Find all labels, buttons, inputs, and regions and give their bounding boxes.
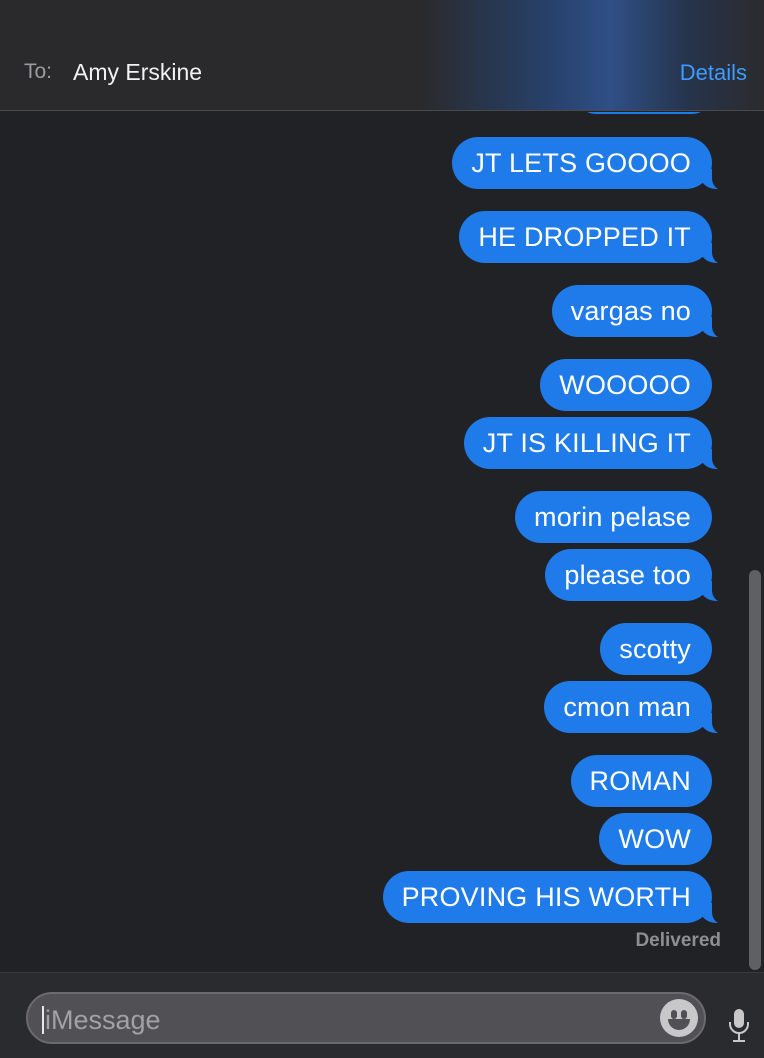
message-bubble-partial [579,112,709,114]
conversation-header: To: Amy Erskine Details [0,0,764,111]
microphone-icon[interactable] [727,1007,751,1043]
message-composer: iMessage [0,972,764,1058]
recipient-name[interactable]: Amy Erskine [73,59,202,86]
message-bubble[interactable]: JT IS KILLING IT [463,417,729,470]
message-bubble[interactable]: HE DROPPED IT [459,211,728,264]
message-bubble[interactable]: cmon man [544,681,728,734]
text-cursor [42,1006,44,1034]
message-bubble[interactable]: morin pelase [515,491,712,543]
message-bubble[interactable]: ROMAN [570,755,712,807]
message-bubble[interactable]: PROVING HIS WORTH [382,871,729,924]
message-bubble[interactable]: JT LETS GOOOO [452,137,728,190]
message-input-placeholder: iMessage [45,1005,161,1035]
message-bubble[interactable]: scotty [600,623,712,675]
message-bubble[interactable]: WOOOOO [540,359,712,411]
message-bubble[interactable]: vargas no [551,285,729,338]
to-label: To: [24,60,53,83]
delivery-status: Delivered [635,930,721,951]
details-button[interactable]: Details [680,60,747,86]
message-list[interactable]: JT LETS GOOOO HE DROPPED IT vargas no WO… [0,112,764,972]
smiley-icon[interactable] [660,999,698,1037]
message-input[interactable]: iMessage [26,992,706,1044]
scrollbar-thumb[interactable] [749,570,761,970]
message-bubble[interactable]: please too [545,549,728,602]
message-bubble[interactable]: WOW [599,813,712,865]
